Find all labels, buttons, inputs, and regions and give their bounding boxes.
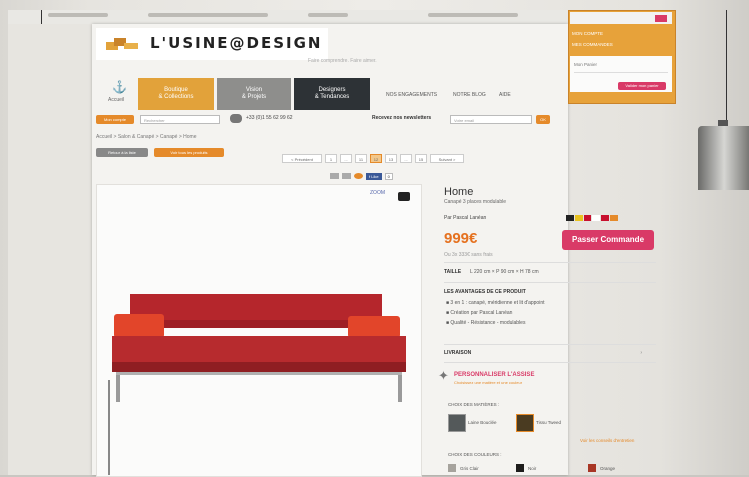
delivery-label: LIVRAISON	[444, 350, 472, 356]
pager-page[interactable]: 1	[325, 154, 337, 163]
tab-designers-line2: & Tendances	[314, 94, 350, 100]
nav-link-aide[interactable]: AIDE	[499, 92, 511, 98]
advantage-item: ■ Création par Pascal Lanéan	[446, 310, 513, 316]
divider	[444, 362, 656, 363]
share-row: f Like 0	[330, 172, 393, 180]
left-margin	[8, 24, 92, 475]
chevron-right-icon: ›	[640, 350, 642, 356]
material-name: Tissu Tweed	[536, 420, 562, 425]
lamp-cord-right	[726, 10, 727, 122]
advantage-text: 3 en 1 : canapé, méridienne et lit d'app…	[450, 300, 545, 306]
product-price: 999€	[444, 230, 478, 247]
dropdown-close-icon[interactable]	[655, 15, 667, 22]
product-designer[interactable]: Par Pascal Lanéan	[444, 215, 486, 221]
lamp-stand	[108, 380, 110, 475]
divider	[444, 282, 656, 283]
materials-info-link[interactable]: Voir les conseils d'entretien	[580, 438, 634, 443]
advantage-text: Qualité - Résistance - modulables	[450, 320, 526, 326]
advantages-title: LES AVANTAGES DE CE PRODUIT	[444, 289, 526, 295]
newsletter-email-input[interactable]: Votre email	[450, 115, 532, 124]
color-swatch[interactable]	[448, 464, 456, 472]
customize-subtitle: Choisissez une matière et une couleur	[454, 380, 523, 385]
browser-toolbar	[8, 10, 568, 25]
favorite-icon[interactable]	[354, 173, 363, 179]
color-name: Gris Clair	[460, 466, 479, 471]
pager-ellipsis: ...	[340, 154, 352, 163]
advantage-item: ■ 3 en 1 : canapé, méridienne et lit d'a…	[446, 300, 545, 306]
dropdown-item[interactable]: MON COMPTE	[572, 28, 670, 39]
pager-page[interactable]: 11	[355, 154, 367, 163]
phone-number: +33 (0)1 55 62 99 62	[246, 115, 293, 121]
pagination: < Précédent 1 ... 11 12 13 ... 15 Suivan…	[282, 154, 464, 164]
facebook-like-button[interactable]: f Like	[366, 172, 382, 180]
pager-prev[interactable]: < Précédent	[282, 154, 322, 163]
size-label: TAILLE	[444, 269, 462, 275]
dropdown-menu: MON COMPTE MES COMMANDES	[572, 28, 670, 50]
pager-ellipsis: ...	[400, 154, 412, 163]
print-icon[interactable]	[330, 173, 339, 179]
pager-next[interactable]: Suivant >	[430, 154, 464, 163]
language-flags	[566, 215, 618, 221]
brand-tagline: Faire comprendre. Faire aimer.	[308, 58, 377, 64]
sofa-image	[112, 294, 406, 402]
nav-link-blog[interactable]: NOTRE BLOG	[453, 92, 486, 98]
colors-label: CHOIX DES COULEURS :	[448, 452, 502, 457]
newsletter-label: Recevez nos newsletters	[372, 115, 432, 121]
logo-icon	[106, 38, 138, 50]
tab-vision-line1: Vision	[245, 87, 263, 93]
price-note[interactable]: Ou 3x 333€ sans frais	[444, 252, 493, 258]
zoom-label[interactable]: ZOOM	[370, 190, 385, 196]
color-swatch[interactable]	[516, 464, 524, 472]
tab-boutique-line1: Boutique	[164, 87, 188, 93]
phone-icon	[230, 114, 242, 123]
brand-name: L'USINE@DESIGN	[150, 34, 323, 52]
size-value: L 220 cm × P 90 cm × H 78 cm	[470, 269, 539, 275]
pager-page[interactable]: 15	[415, 154, 427, 163]
back-to-list-button[interactable]: Retour à la liste	[96, 148, 148, 157]
newsletter-ok-button[interactable]: OK	[536, 115, 550, 124]
tab-boutique[interactable]: Boutique & Collections	[138, 78, 214, 110]
divider	[444, 344, 656, 345]
pager-page[interactable]: 13	[385, 154, 397, 163]
like-count: 0	[384, 172, 393, 180]
pager-page-active[interactable]: 12	[370, 154, 382, 163]
color-name: Noir	[528, 466, 537, 471]
cart-label: Mon Panier	[574, 62, 598, 67]
tab-vision[interactable]: Vision & Projets	[217, 78, 291, 110]
material-swatch[interactable]	[448, 414, 466, 432]
home-icon[interactable]: ⚓	[112, 80, 127, 94]
tab-designers[interactable]: Designers & Tendances	[294, 78, 370, 110]
search-input[interactable]: Rechercher	[140, 115, 220, 124]
color-name: Orange	[600, 466, 616, 471]
advantage-text: Création par Pascal Lanéan	[450, 310, 513, 316]
advantage-item: ■ Qualité - Résistance - modulables	[446, 320, 526, 326]
nav-link-engagements[interactable]: NOS ENGAGEMENTS	[386, 92, 437, 98]
tab-boutique-line2: & Collections	[158, 94, 194, 100]
material-swatch-selected[interactable]	[516, 414, 534, 432]
color-swatch[interactable]	[588, 464, 596, 472]
tab-designers-line1: Designers	[318, 87, 346, 93]
order-button[interactable]: Passer Commande	[562, 230, 654, 250]
nav-home-label[interactable]: Accueil	[108, 97, 124, 103]
divider	[574, 72, 668, 73]
breadcrumb[interactable]: Accueil > Salon & Canapé > Canapé > Home	[96, 134, 196, 140]
divider	[444, 262, 656, 263]
materials-label: CHOIX DES MATIÈRES :	[448, 402, 500, 407]
product-title: Home	[444, 186, 474, 198]
product-subtitle: Canapé 3 places modulable	[444, 199, 506, 205]
pendant-lamp-right	[696, 120, 749, 192]
dropdown-item[interactable]: MES COMMANDES	[572, 39, 670, 50]
tab-vision-line2: & Projets	[241, 94, 267, 100]
validate-cart-button[interactable]: Valider mon panier	[618, 82, 666, 90]
customize-title[interactable]: PERSONNALISER L'ASSISE	[454, 372, 534, 378]
delivery-row[interactable]: LIVRAISON ›	[444, 350, 656, 358]
mail-icon[interactable]	[342, 173, 351, 179]
all-products-button[interactable]: Voir tous les produits	[154, 148, 224, 157]
account-button[interactable]: Mon compte	[96, 115, 134, 124]
zoom-icon[interactable]	[398, 192, 410, 201]
customize-icon: ✦	[438, 368, 449, 383]
material-name: Laine Bouclée	[468, 420, 497, 425]
